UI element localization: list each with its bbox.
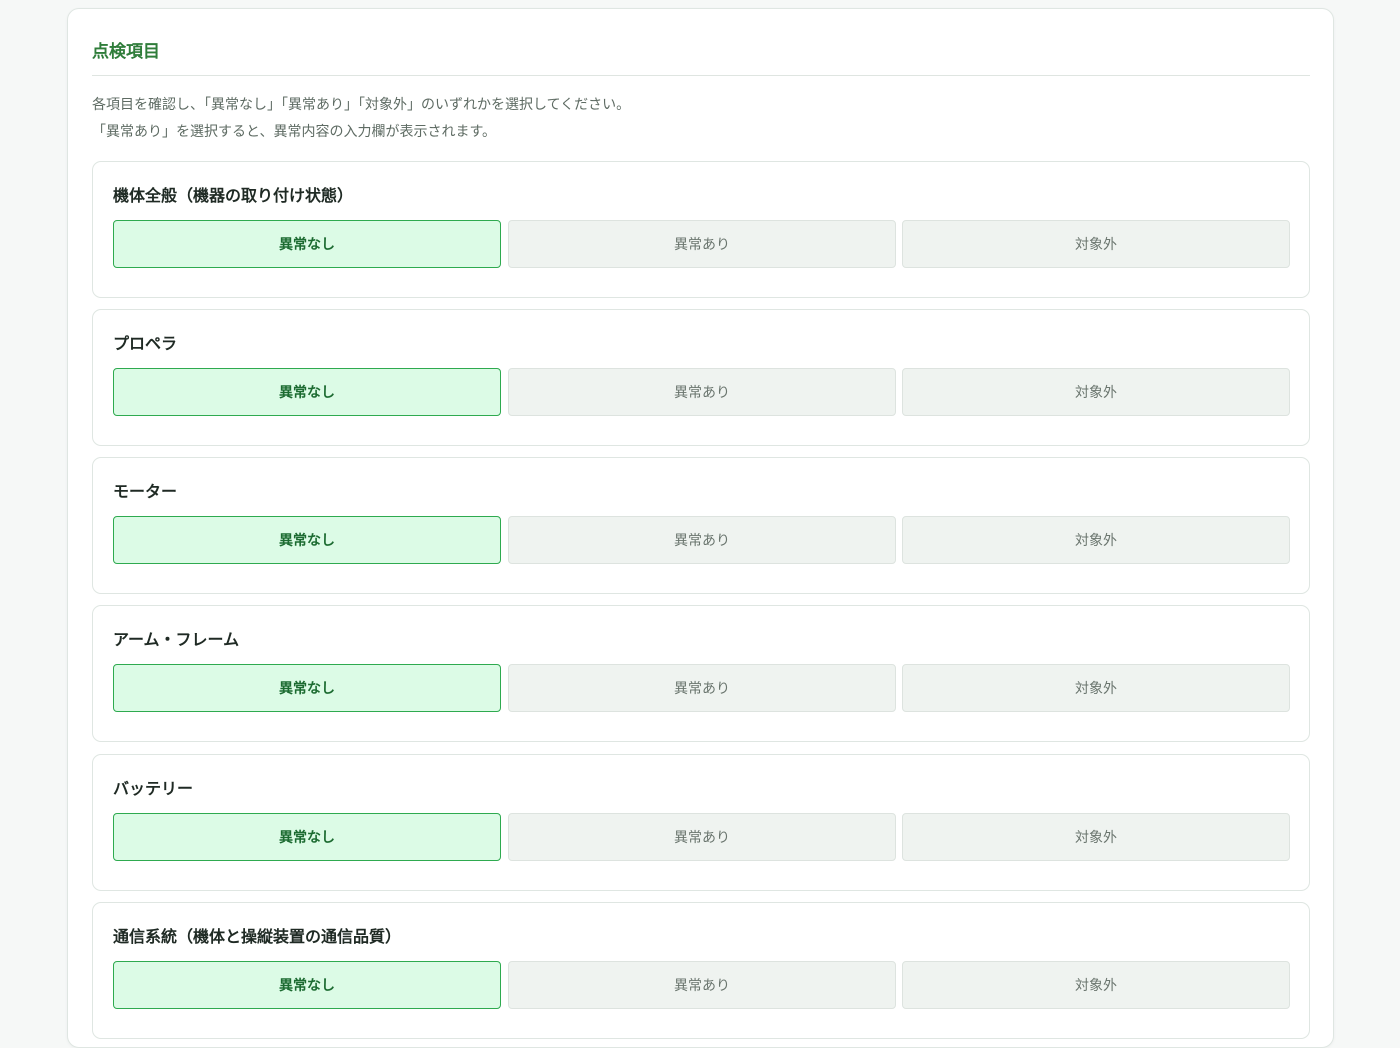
option-not-applicable[interactable]: 対象外 xyxy=(902,664,1290,712)
option-no-abnormality[interactable]: 異常なし xyxy=(113,368,501,416)
section-title: 点検項目 xyxy=(92,42,160,62)
option-not-applicable[interactable]: 対象外 xyxy=(902,220,1290,268)
inspection-item-battery: バッテリー 異常なし 異常あり 対象外 xyxy=(92,754,1310,891)
option-not-applicable[interactable]: 対象外 xyxy=(902,516,1290,564)
option-abnormality[interactable]: 異常あり xyxy=(508,664,896,712)
item-label: 機体全般（機器の取り付け状態） xyxy=(113,186,354,205)
item-label: プロペラ xyxy=(113,334,178,353)
inspection-item-motor: モーター 異常なし 異常あり 対象外 xyxy=(92,457,1310,594)
option-no-abnormality[interactable]: 異常なし xyxy=(113,664,501,712)
item-label: アーム・フレーム xyxy=(113,630,240,649)
option-abnormality[interactable]: 異常あり xyxy=(508,961,896,1009)
item-label: モーター xyxy=(113,482,178,501)
inspection-item-airframe: 機体全般（機器の取り付け状態） 異常なし 異常あり 対象外 xyxy=(92,161,1310,298)
inspection-item-propeller: プロペラ 異常なし 異常あり 対象外 xyxy=(92,309,1310,446)
inspection-item-arm-frame: アーム・フレーム 異常なし 異常あり 対象外 xyxy=(92,605,1310,742)
option-no-abnormality[interactable]: 異常なし xyxy=(113,220,501,268)
option-not-applicable[interactable]: 対象外 xyxy=(902,961,1290,1009)
option-no-abnormality[interactable]: 異常なし xyxy=(113,961,501,1009)
item-label: バッテリー xyxy=(113,779,194,798)
option-no-abnormality[interactable]: 異常なし xyxy=(113,516,501,564)
inspection-items-panel: 点検項目 各項目を確認し、「異常なし」「異常あり」「対象外」のいずれかを選択して… xyxy=(67,8,1334,1048)
inspection-item-communication: 通信系統（機体と操縦装置の通信品質） 異常なし 異常あり 対象外 xyxy=(92,902,1310,1039)
option-abnormality[interactable]: 異常あり xyxy=(508,368,896,416)
item-label: 通信系統（機体と操縦装置の通信品質） xyxy=(113,927,402,946)
option-abnormality[interactable]: 異常あり xyxy=(508,220,896,268)
option-no-abnormality[interactable]: 異常なし xyxy=(113,813,501,861)
section-description-line1: 各項目を確認し、「異常なし」「異常あり」「対象外」のいずれかを選択してください。 xyxy=(92,97,631,113)
option-not-applicable[interactable]: 対象外 xyxy=(902,813,1290,861)
section-description-line2: 「異常あり」を選択すると、異常内容の入力欄が表示されます。 xyxy=(92,124,497,140)
section-divider xyxy=(92,75,1310,76)
option-abnormality[interactable]: 異常あり xyxy=(508,516,896,564)
option-abnormality[interactable]: 異常あり xyxy=(508,813,896,861)
option-not-applicable[interactable]: 対象外 xyxy=(902,368,1290,416)
